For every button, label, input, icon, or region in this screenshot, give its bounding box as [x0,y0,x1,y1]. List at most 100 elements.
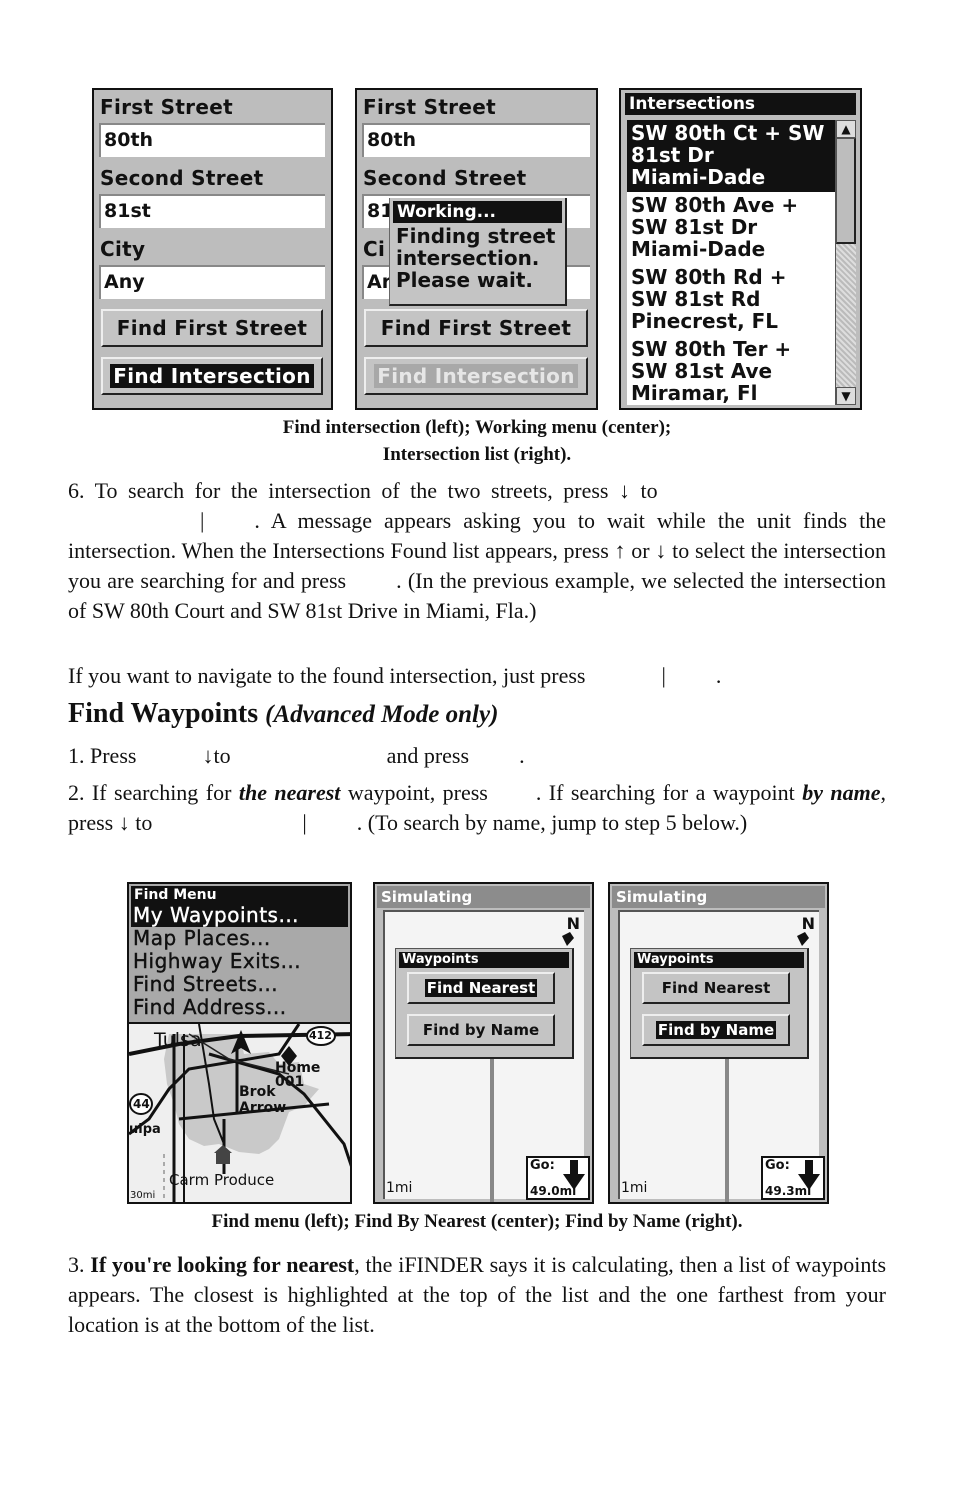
down-arrow-icon: ↓ [655,538,667,563]
find-nearest-button[interactable]: Find Nearest [407,972,555,1004]
find-menu-title: Find Menu [131,886,348,904]
second-street-label: Second Street [363,166,527,190]
city-label: City [100,237,146,261]
step-2-text: . If searching for a waypoint [535,780,795,805]
find-intersection-button[interactable]: Find Intersection [101,357,323,395]
list-item[interactable]: SW 80th Ter + SW 81st Ave Miramar, Fl [627,336,836,405]
list-item[interactable]: SW 80th Rd + SW 81st Rd Pinecrest, FL [627,264,836,336]
navigate-text: If you want to navigate to the found int… [68,663,586,688]
highway-44-label: 44 [133,1097,150,1111]
section-heading: Find Waypoints (Advanced Mode only) [68,698,498,730]
find-by-name-screen: Simulating N 1mi Waypoints Find Nearest … [608,882,829,1204]
down-arrow-icon: ↓ [118,810,130,835]
menu-item-find-streets[interactable]: Find Streets... [131,972,348,996]
step-6-text: to [640,478,658,503]
direction-arrow-icon [798,1160,820,1190]
waypoint-number-label: 001 [275,1074,305,1090]
step-2-emphasis: the nearest [238,780,341,805]
list-item[interactable]: SW 80th Ct + SW 81st Dr Miami-Dade [627,120,836,192]
scroll-down-arrow-icon[interactable]: ▼ [836,387,856,405]
map-label-poi: Carm Produce [169,1171,275,1189]
second-street-label: Second Street [100,166,264,190]
key-separator: | [661,663,666,688]
list-item-line: SW 81st Rd [631,287,761,311]
step-3-paragraph: 3. If you're looking for nearest, the iF… [68,1250,886,1340]
list-item-line: Miami-Dade [631,165,766,189]
north-label: N [801,914,815,933]
step-2-text: to [135,810,153,835]
first-street-field[interactable]: 80th [99,123,325,157]
intersections-header: Intersections [625,93,856,115]
step-1-paragraph: 1. Press ↓to and press. [68,741,886,771]
scrollbar-thumb[interactable] [836,138,856,244]
navigate-text: . [715,663,722,688]
find-menu-screen: Tulsa 412 44 Home 001 Brok Arrow ulpa Ca… [127,882,352,1204]
step-6-text: 6. To search for the intersection of the… [68,478,609,503]
intersections-list: SW 80th Ct + SW 81st Dr Miami-Dade SW 80… [627,120,836,405]
map-scale: 30mi [130,1190,156,1201]
list-item-line: SW 80th Ct + SW [631,121,825,145]
map-label-broken-arrow-2: Arrow [239,1100,287,1116]
step-3-text: 3. [68,1252,85,1277]
first-street-field[interactable]: 80th [362,123,590,157]
list-item-line: SW 80th Rd + [631,265,787,289]
direction-arrow-icon [563,1160,585,1190]
bottom-figure-caption: Find menu (left); Find By Nearest (cente… [211,1211,743,1232]
find-by-name-button[interactable]: Find by Name [642,1014,790,1046]
simulating-title: Simulating [377,886,590,908]
find-by-name-button[interactable]: Find by Name [407,1014,555,1046]
navigate-paragraph: If you want to navigate to the found int… [68,661,886,691]
working-popup-message: Finding street intersection. Please wait… [390,223,565,291]
go-label: Go: [765,1158,790,1173]
menu-item-map-places[interactable]: Map Places... [131,926,348,950]
working-screen: First Street 80th Second Street 81 Ci Ar… [355,88,598,410]
first-street-label: First Street [100,95,233,119]
find-by-name-label: Find by Name [655,1021,777,1039]
step-1-text: 1. Press [68,743,137,768]
step-6-paragraph: 6. To search for the intersection of the… [68,476,886,626]
poi-house-icon [216,1152,230,1164]
north-arrow-icon [562,932,574,946]
step-2-emphasis: by name [802,780,881,805]
find-first-street-button[interactable]: Find First Street [364,309,588,347]
find-intersection-screen: First Street 80th Second Street 81st Cit… [92,88,333,410]
course-line [717,1042,737,1202]
key-separator: | [302,810,307,835]
find-nearest-label: Find Nearest [661,979,771,997]
find-intersection-button-disabled[interactable]: Find Intersection [364,357,588,395]
working-message-line: Please wait. [396,268,533,292]
find-nearest-button[interactable]: Find Nearest [642,972,790,1004]
simulating-title: Simulating [612,886,825,908]
find-nearest-label: Find Nearest [424,979,538,997]
step-1-text: and press [386,743,470,768]
waypoints-popup-title: Waypoints [634,952,804,968]
section-title: Find Waypoints [68,698,259,729]
working-popup-title: Working... [393,201,562,223]
working-message-line: Finding street [396,224,556,248]
menu-item-find-address[interactable]: Find Address... [131,995,348,1019]
find-intersection-label: Find Intersection [374,364,578,388]
second-street-field[interactable]: 81st [99,194,325,228]
find-by-name-label: Find by Name [422,1021,540,1039]
menu-item-my-waypoints[interactable]: My Waypoints... [131,903,348,927]
map-label-sapulpa: ulpa [129,1122,161,1137]
waypoints-popup: Waypoints Find Nearest Find by Name [630,948,809,1059]
waypoints-popup-title: Waypoints [399,952,569,968]
list-item[interactable]: SW 80th Ave + SW 81st Dr Miami-Dade [627,192,836,264]
map-scale: 1mi [621,1180,648,1196]
list-item-line: Miramar, Fl [631,381,758,405]
up-arrow-icon: ↑ [614,538,626,563]
step-1-text: to [213,743,231,768]
find-first-street-button[interactable]: Find First Street [101,309,323,347]
scroll-up-arrow-icon[interactable]: ▲ [836,120,856,138]
go-distance-box: Go: 49.0mi [526,1156,590,1200]
menu-item-highway-exits[interactable]: Highway Exits... [131,949,348,973]
list-scrollbar[interactable]: ▲ ▼ [835,120,856,405]
list-item-line: Miami-Dade [631,237,766,261]
city-field[interactable]: Any [99,265,325,299]
step-2-text: 2. If searching for [68,780,232,805]
list-item-line: 81st Dr [631,143,714,167]
key-separator: | [200,508,205,533]
step-2-paragraph: 2. If searching for the nearest waypoint… [68,778,886,838]
highway-412-label: 412 [309,1029,332,1042]
